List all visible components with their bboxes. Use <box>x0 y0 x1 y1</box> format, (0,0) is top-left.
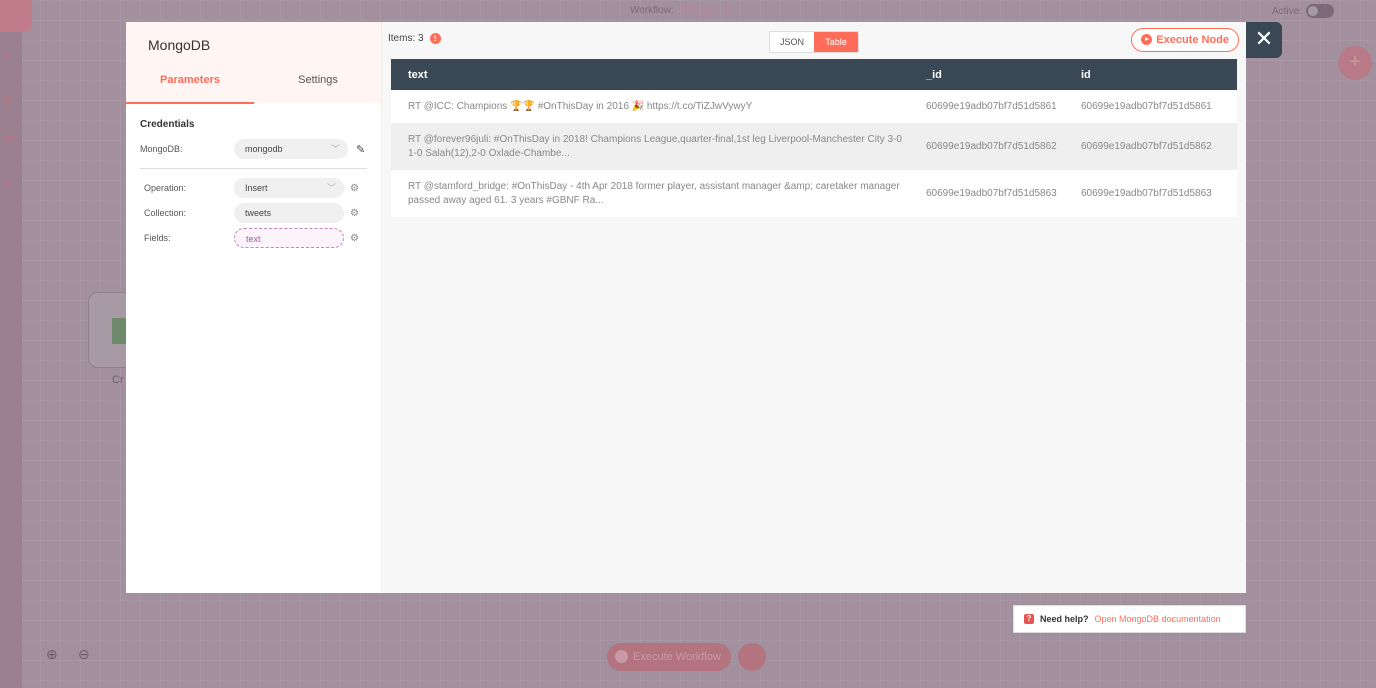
cell-text: RT @forever96juli: #OnThisDay in 2018! C… <box>391 123 909 170</box>
zoom-in-icon: ⊕ <box>46 646 58 662</box>
chevron-down-icon: ﹀ <box>326 183 336 193</box>
tab-parameters[interactable]: Parameters <box>126 70 254 104</box>
column-header-id: id <box>1064 59 1237 90</box>
panel-body: Credentials MongoDB: mongodb ﹀ ✎ Operatio… <box>126 103 381 268</box>
cell-id: 60699e19adb07bf7d51d5861 <box>1064 90 1237 123</box>
add-node-button: + <box>1338 46 1372 80</box>
table-row: RT @forever96juli: #OnThisDay in 2018! C… <box>391 123 1237 170</box>
display-mode-switch: JSON Table <box>769 31 859 53</box>
credential-select[interactable]: mongodb ﹀ <box>234 139 348 159</box>
cell-_id: 60699e19adb07bf7d51d5861 <box>909 90 1064 123</box>
delete-execution-button <box>738 643 766 671</box>
gear-icon[interactable]: ⚙ <box>350 208 359 219</box>
zoom-out-icon: ⊖ <box>78 646 90 662</box>
table-row: RT @ICC: Champions 🏆🏆 #OnThisDay in 2016… <box>391 90 1237 123</box>
cell-id: 60699e19adb07bf7d51d5863 <box>1064 170 1237 217</box>
credentials-heading: Credentials <box>140 119 195 130</box>
operation-row: Operation: Insert ﹀ ⚙ <box>140 177 367 199</box>
panel-header: MongoDB Parameters Settings <box>126 22 382 104</box>
chevron-down-icon: ﹀ <box>330 144 340 154</box>
credential-label: MongoDB: <box>140 144 183 154</box>
column-header-text: text <box>391 59 909 90</box>
output-table: text _id id RT @ICC: Champions 🏆🏆 #OnThi… <box>391 59 1237 217</box>
active-label: Active: <box>1271 5 1302 17</box>
cell-text: RT @stamford_bridge: #OnThisDay - 4th Ap… <box>391 170 909 217</box>
canvas-node-label: Cr <box>112 374 124 386</box>
workflow-icon: ▪ <box>4 50 8 62</box>
canvas-node-icon <box>112 318 126 344</box>
execute-node-button[interactable]: Execute Node <box>1131 28 1239 52</box>
workflow-name: ETL pipeline <box>676 5 732 16</box>
operation-label: Operation: <box>144 183 187 193</box>
mode-json-button[interactable]: JSON <box>770 32 814 52</box>
table-header-row: text _id id <box>391 59 1237 90</box>
list-icon: ☰ <box>4 135 14 147</box>
credential-value: mongodb <box>245 144 283 154</box>
help-box: ? Need help? Open MongoDB documentation <box>1013 605 1246 633</box>
cell-_id: 60699e19adb07bf7d51d5863 <box>909 170 1064 217</box>
parameters-panel: MongoDB Parameters Settings Credentials … <box>126 22 382 593</box>
active-toggle-area: Active: <box>1272 4 1334 18</box>
fields-input[interactable]: text <box>234 228 344 248</box>
close-modal-button[interactable]: ✕ <box>1246 22 1282 58</box>
items-count: Items: 3 ! <box>388 33 441 44</box>
divider <box>140 168 367 169</box>
node-title: MongoDB <box>148 37 211 53</box>
execute-workflow-button: Execute Workflow <box>607 643 731 671</box>
key-icon: ⚷ <box>4 93 13 105</box>
play-icon <box>1141 34 1153 45</box>
mode-table-button[interactable]: Table <box>814 32 858 52</box>
cell-id: 60699e19adb07bf7d51d5862 <box>1064 123 1237 170</box>
gear-icon[interactable]: ⚙ <box>350 233 359 244</box>
execute-node-label: Execute Node <box>1156 34 1229 46</box>
credential-row: MongoDB: mongodb ﹀ ✎ <box>140 138 367 160</box>
workflow-title-label: Workflow: <box>630 5 674 16</box>
fields-row: Fields: text ⚙ <box>140 227 367 249</box>
n8n-logo <box>0 0 32 32</box>
cell-text: RT @ICC: Champions 🏆🏆 #OnThisDay in 2016… <box>391 90 909 123</box>
table-row: RT @stamford_bridge: #OnThisDay - 4th Ap… <box>391 170 1237 217</box>
active-toggle <box>1306 4 1334 18</box>
operation-select[interactable]: Insert ﹀ <box>234 178 344 198</box>
collection-label: Collection: <box>144 208 187 218</box>
info-icon[interactable]: ! <box>429 33 441 44</box>
items-label: Items: 3 <box>388 33 424 44</box>
documentation-link[interactable]: Open MongoDB documentation <box>1095 614 1221 624</box>
panel-tabs: Parameters Settings <box>126 70 382 104</box>
question-icon: ? <box>1024 614 1034 624</box>
tab-settings[interactable]: Settings <box>254 70 382 104</box>
workflow-title: Workflow: ETL pipeline <box>630 5 732 16</box>
fields-label: Fields: <box>144 233 171 243</box>
collection-row: Collection: tweets ⚙ <box>140 202 367 224</box>
collection-input[interactable]: tweets <box>234 203 344 223</box>
node-details-modal: MongoDB Parameters Settings Credentials … <box>126 22 1246 593</box>
operation-value: Insert <box>245 183 268 193</box>
output-panel: Items: 3 ! JSON Table Execute Node text … <box>382 22 1246 593</box>
edit-pencil-icon[interactable]: ✎ <box>356 143 365 156</box>
cell-_id: 60699e19adb07bf7d51d5862 <box>909 123 1064 170</box>
gear-icon[interactable]: ⚙ <box>350 183 359 194</box>
help-question: Need help? <box>1040 614 1089 624</box>
column-header-_id: _id <box>909 59 1064 90</box>
help-icon: ? <box>4 178 11 190</box>
